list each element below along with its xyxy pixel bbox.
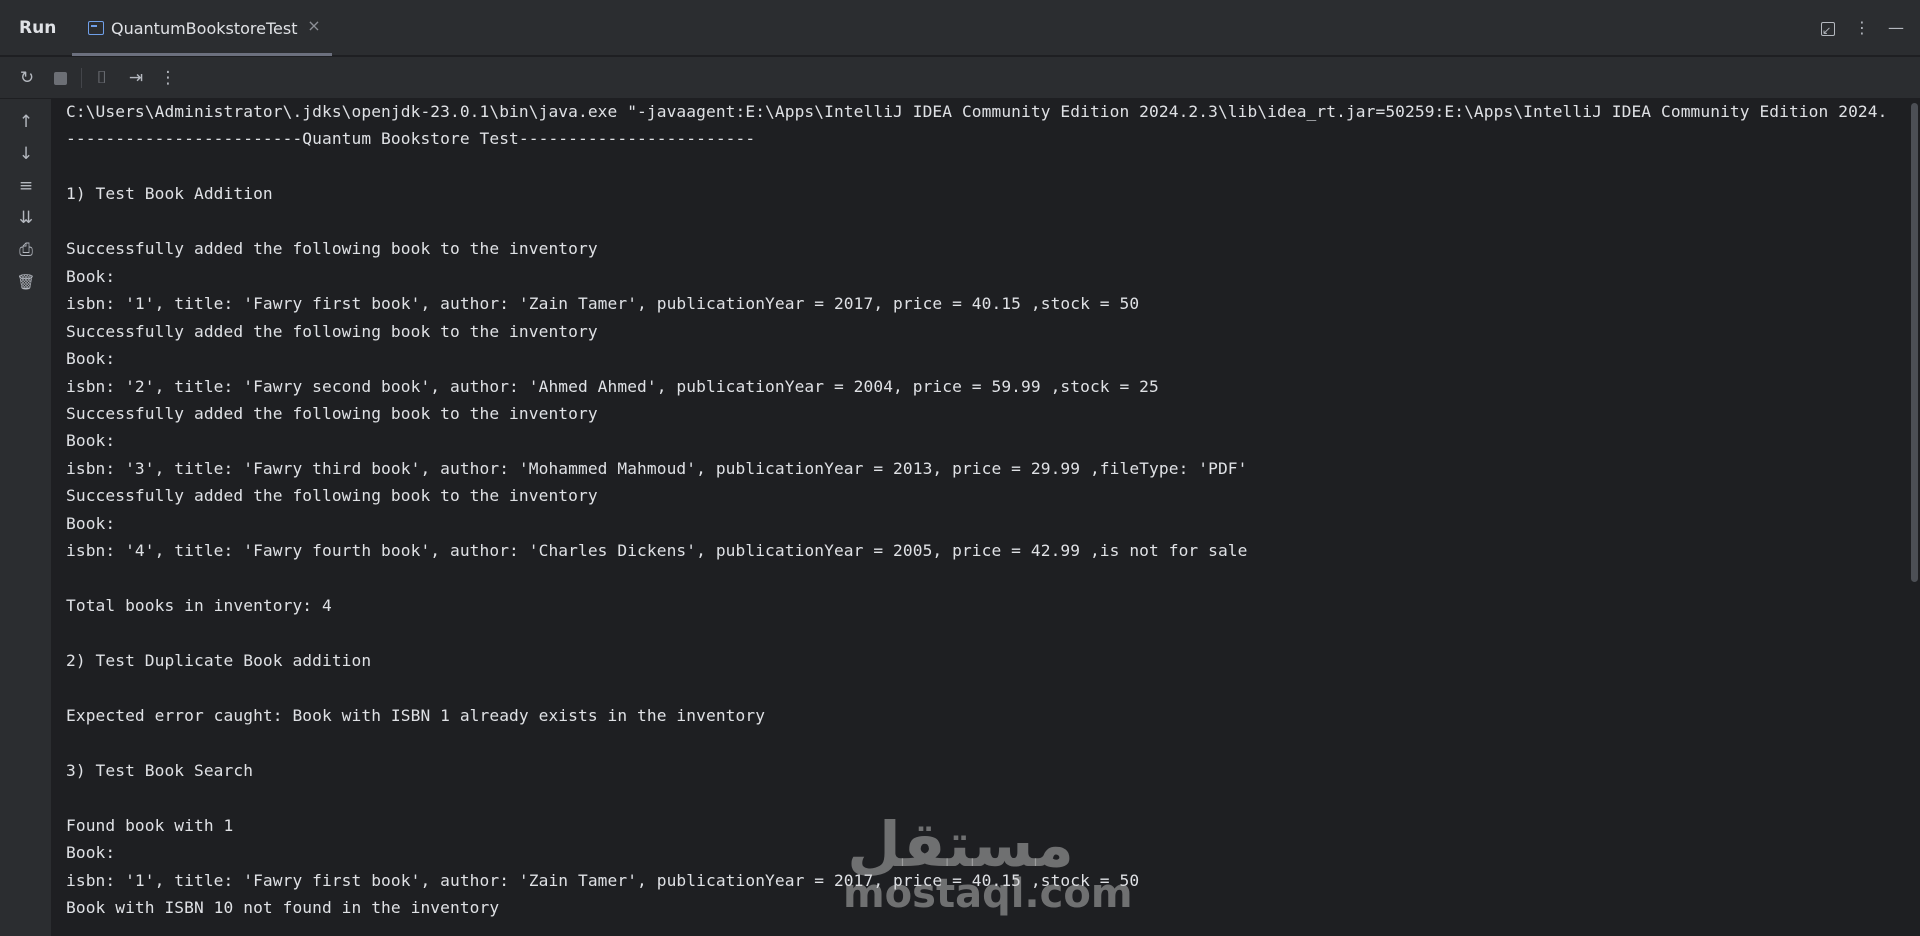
console-line: isbn: '4', title: 'Fawry fourth book', a… bbox=[66, 541, 1248, 561]
console-line: Total books in inventory: 4 bbox=[66, 596, 332, 616]
more-actions-button[interactable]: ⋮ bbox=[156, 66, 180, 90]
console-line: isbn: '3', title: 'Fawry third book', au… bbox=[66, 458, 1248, 478]
console-line: isbn: '1', title: 'Fawry first book', au… bbox=[66, 870, 1140, 890]
console-line: 1) Test Book Addition bbox=[66, 184, 273, 204]
rerun-button[interactable]: ↻ bbox=[15, 66, 39, 90]
console-output[interactable]: C:\Users\Administrator\.jdks\openjdk-23.… bbox=[53, 99, 1908, 936]
console-line: Successfully added the following book to… bbox=[66, 321, 598, 341]
scroll-thumb[interactable] bbox=[1911, 103, 1918, 582]
console-line: Successfully added the following book to… bbox=[66, 403, 598, 423]
vertical-scrollbar[interactable] bbox=[1908, 99, 1920, 936]
console-line: isbn: '2', title: 'Fawry second book', a… bbox=[66, 376, 1159, 396]
soft-wrap-button[interactable]: ≡ bbox=[14, 174, 38, 198]
console-line: Book: bbox=[66, 266, 116, 286]
tool-window-title: Run bbox=[19, 18, 57, 38]
console-line: ------------------------Quantum Bookstor… bbox=[66, 129, 756, 149]
previous-occurrence-button[interactable]: ↑ bbox=[14, 110, 38, 134]
print-button[interactable]: ⎙ bbox=[14, 238, 38, 262]
stop-button[interactable] bbox=[48, 66, 72, 90]
console-line: isbn: '1', title: 'Fawry first book', au… bbox=[66, 294, 1140, 314]
console-line: Book: bbox=[66, 431, 116, 451]
console-icon bbox=[88, 21, 104, 35]
active-tab-indicator bbox=[72, 53, 332, 56]
restore-layout-button[interactable] bbox=[1816, 16, 1840, 43]
run-tool-window: Run QuantumBookstoreTest × ⋮ — ↻ ⌷ ⇥ ⋮ ↑… bbox=[0, 0, 1920, 936]
options-menu-button[interactable]: ⋮ bbox=[1850, 16, 1874, 40]
console-line: Book: bbox=[66, 349, 116, 369]
exit-button[interactable]: ⇥ bbox=[124, 66, 148, 90]
minimize-button[interactable]: — bbox=[1884, 16, 1908, 40]
console-line: Book with ISBN 10 not found in the inven… bbox=[66, 898, 500, 918]
tab-quantum-bookstore-test[interactable]: QuantumBookstoreTest × bbox=[72, 0, 332, 56]
screenshot-button[interactable]: ⌷ bbox=[90, 66, 114, 90]
tab-label: QuantumBookstoreTest bbox=[111, 19, 298, 38]
console-line: C:\Users\Administrator\.jdks\openjdk-23.… bbox=[66, 102, 1888, 121]
scroll-to-end-button[interactable]: ⇊ bbox=[14, 206, 38, 230]
next-occurrence-button[interactable]: ↓ bbox=[14, 142, 38, 166]
header-actions: ⋮ — bbox=[1816, 16, 1908, 43]
console-line: Book: bbox=[66, 513, 116, 533]
console-line: Found book with 1 bbox=[66, 815, 234, 835]
stop-icon bbox=[53, 72, 67, 85]
console-gutter: ↑ ↓ ≡ ⇊ ⎙ 🗑 bbox=[0, 99, 52, 936]
console-line: 3) Test Book Search bbox=[66, 760, 254, 780]
restore-icon bbox=[1821, 19, 1835, 43]
console-line: Expected error caught: Book with ISBN 1 … bbox=[66, 705, 766, 725]
toolbar-divider bbox=[81, 68, 82, 88]
console-line: Successfully added the following book to… bbox=[66, 239, 598, 259]
console-line: 2) Test Duplicate Book addition bbox=[66, 651, 372, 670]
clear-all-button[interactable]: 🗑 bbox=[14, 270, 38, 294]
tool-window-header: Run QuantumBookstoreTest × ⋮ — bbox=[0, 0, 1920, 56]
console-line: Book: bbox=[66, 843, 116, 863]
console-line: Successfully added the following book to… bbox=[66, 486, 598, 506]
run-toolbar: ↻ ⌷ ⇥ ⋮ bbox=[0, 57, 1920, 99]
close-icon[interactable]: × bbox=[305, 16, 323, 36]
